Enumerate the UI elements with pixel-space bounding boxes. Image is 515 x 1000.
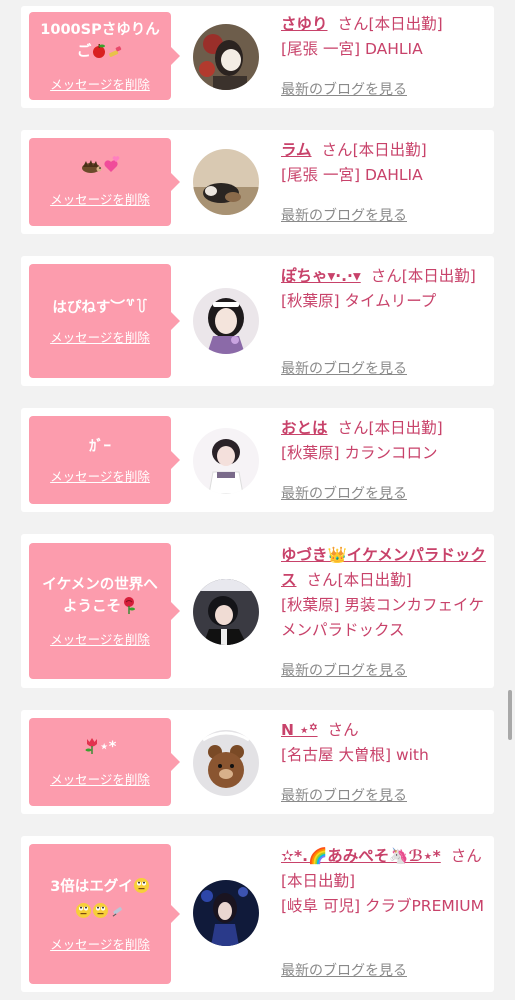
avatar[interactable] [193,579,259,645]
list-item: メッセージを削除 ラム さん[本日出勤] [尾張 一宮] DAHLIA 最新のブロ… [21,130,494,234]
latest-blog-link[interactable]: 最新のブログを見る [281,483,407,503]
honorific: さん [337,15,369,33]
eyeroll-face-icon [133,877,150,901]
girl-name-link[interactable]: さゆり [281,15,328,33]
message-text: イケメンの世界へようこそ [35,574,165,621]
girl-name-link[interactable]: N ⋆꙳ [281,721,318,739]
hedgehog-icon [80,158,102,181]
list-item: はぴねす︶꒷꒦ メッセージを削除 ぽちゃ▾·.·▾ さん[本日出勤] [秋葉原] … [21,256,494,386]
avatar[interactable] [193,288,259,354]
eyeroll-face-icon [92,902,109,926]
honorific: さん [450,847,482,865]
honorific: さん [321,141,353,159]
avatar[interactable] [193,880,259,946]
shop-location[interactable]: [岐阜 可児] クラブPREMIUM [281,897,484,915]
honorific: さん [337,419,369,437]
girl-name-link[interactable]: ぽちゃ▾·.·▾ [281,267,361,285]
delete-message-link[interactable]: メッセージを削除 [50,629,150,648]
latest-blog-link[interactable]: 最新のブログを見る [281,79,407,99]
rose-icon [121,596,137,621]
list-item: イケメンの世界へようこそ メッセージを削除 ゆづき👑イケメンパラドックス さん[本… [21,534,494,688]
message-bubble: ｶﾞｰ メッセージを削除 [29,416,180,504]
message-bubble: 3倍はエグイ メッセージを削除 [29,844,180,984]
latest-blog-link[interactable]: 最新のブログを見る [281,205,407,225]
tulip-icon [84,736,100,761]
girl-name-link[interactable]: ラム [281,141,312,159]
avatar[interactable] [193,149,259,215]
delete-message-link[interactable]: メッセージを削除 [50,934,150,953]
lipstick-icon [107,43,123,66]
apple-icon [91,43,107,66]
status-text: [本日出勤] [368,419,443,437]
status-text: [本日出勤] [352,141,427,159]
message-bubble: イケメンの世界へようこそ メッセージを削除 [29,543,180,679]
status-text: [本日出勤] [281,872,356,890]
girl-info: ゆづき👑イケメンパラドックス さん[本日出勤] [秋葉原] 男装コンカフェイケメン… [281,543,489,643]
message-bubble: ⋆* メッセージを削除 [29,718,180,806]
list-item: 1000SPさゆりんご メッセージを削除 さゆり さん[本日出勤] [尾張 一宮]… [21,6,494,108]
girl-info: おとは さん[本日出勤] [秋葉原] カランコロン [281,416,489,466]
message-text [80,156,120,181]
delete-message-link[interactable]: メッセージを削除 [50,327,150,346]
honorific: さん [306,571,338,589]
shop-location[interactable]: [秋葉原] タイムリープ [281,292,436,310]
honorific: さん [370,267,402,285]
girl-info: ラム さん[本日出勤] [尾張 一宮] DAHLIA [281,138,489,188]
girl-info: ✫*.🌈あみぺそ🦄ℬ⋆* さん [本日出勤] [岐阜 可児] クラブPREMIUM [281,844,489,919]
message-text: 3倍はエグイ [50,876,150,926]
status-text: [本日出勤] [401,267,476,285]
message-text: ｶﾞｰ [89,438,111,455]
avatar[interactable] [193,730,259,796]
list-item: 3倍はエグイ メッセージを削除 ✫*.🌈あみぺそ🦄ℬ⋆* さん [本日出勤] [岐阜… [21,836,494,992]
message-bubble: メッセージを削除 [29,138,180,226]
latest-blog-link[interactable]: 最新のブログを見る [281,358,407,378]
list-item: ⋆* メッセージを削除 N ⋆꙳ さん [名古屋 大曽根] with 最新のブログ… [21,710,494,814]
delete-message-link[interactable]: メッセージを削除 [50,74,150,93]
girl-info: ぽちゃ▾·.·▾ さん[本日出勤] [秋葉原] タイムリープ [281,264,489,314]
girl-info: さゆり さん[本日出勤] [尾張 一宮] DAHLIA [281,12,489,62]
latest-blog-link[interactable]: 最新のブログを見る [281,660,407,680]
delete-message-link[interactable]: メッセージを削除 [50,189,150,208]
delete-message-link[interactable]: メッセージを削除 [50,769,150,788]
status-text: [本日出勤] [337,571,412,589]
shop-location[interactable]: [秋葉原] 男装コンカフェイケメンパラドックス [281,596,484,639]
shop-location[interactable]: [尾張 一宮] DAHLIA [281,40,423,58]
list-item: ｶﾞｰ メッセージを削除 おとは さん[本日出勤] [秋葉原] カランコロン 最新… [21,408,494,512]
avatar[interactable] [193,428,259,494]
shop-location[interactable]: [秋葉原] カランコロン [281,444,438,462]
scrollbar[interactable] [508,690,512,740]
honorific: さん [327,721,359,739]
hearts-icon [102,156,120,181]
message-text: ⋆* [84,736,116,761]
girl-info: N ⋆꙳ さん [名古屋 大曽根] with [281,718,489,768]
delete-message-link[interactable]: メッセージを削除 [50,466,150,485]
girl-name-link[interactable]: ✫*.🌈あみぺそ🦄ℬ⋆* [281,847,441,865]
latest-blog-link[interactable]: 最新のブログを見る [281,960,407,980]
latest-blog-link[interactable]: 最新のブログを見る [281,785,407,805]
message-text: 1000SPさゆりんご [35,19,165,66]
status-text: [本日出勤] [368,15,443,33]
syringe-icon [109,902,126,926]
girl-name-link[interactable]: おとは [281,419,328,437]
shop-location[interactable]: [尾張 一宮] DAHLIA [281,166,423,184]
message-bubble: 1000SPさゆりんご メッセージを削除 [29,12,180,100]
message-text: はぴねす︶꒷꒦ [52,299,148,316]
eyeroll-face-icon [75,902,92,926]
message-bubble: はぴねす︶꒷꒦ メッセージを削除 [29,264,180,378]
shop-location[interactable]: [名古屋 大曽根] with [281,746,429,764]
avatar[interactable] [193,24,259,90]
